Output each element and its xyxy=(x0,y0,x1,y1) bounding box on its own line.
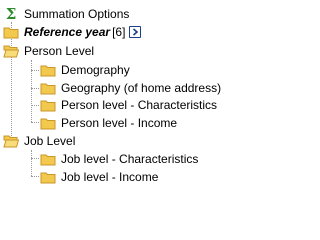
tree-item-reference-year[interactable]: Reference year [6] xyxy=(3,23,142,41)
tree-item-person-characteristics[interactable]: Person level - Characteristics xyxy=(40,96,217,114)
tree-connector xyxy=(31,176,39,177)
tree-item-label: Job Level xyxy=(24,134,76,148)
tree-view: Σ Summation Options Reference year [6] P… xyxy=(0,0,224,202)
tree-item-label: Geography (of home address) xyxy=(61,81,222,95)
tree-item-summation-options[interactable]: Σ Summation Options xyxy=(3,5,130,23)
sigma-icon: Σ xyxy=(5,5,17,23)
open-folder-icon xyxy=(3,44,20,58)
tree-item-label: Demography xyxy=(61,63,130,77)
tree-item-person-level[interactable]: Person Level xyxy=(3,42,94,60)
tree-item-label: Summation Options xyxy=(24,7,130,21)
tree-connector xyxy=(31,158,39,159)
folder-icon xyxy=(40,170,56,184)
folder-icon xyxy=(40,152,56,166)
tree-item-label: Job level - Income xyxy=(61,170,159,184)
tree-item-label: Person level - Characteristics xyxy=(61,98,218,112)
tree-item-person-income[interactable]: Person level - Income xyxy=(40,114,177,132)
folder-icon xyxy=(40,63,56,77)
open-folder-icon xyxy=(3,134,20,148)
tree-item-demography[interactable]: Demography xyxy=(40,61,130,79)
folder-icon xyxy=(40,98,56,112)
tree-connector xyxy=(31,122,39,123)
tree-connector xyxy=(31,105,39,106)
tree-item-job-characteristics[interactable]: Job level - Characteristics xyxy=(40,150,198,168)
folder-icon xyxy=(40,116,56,130)
tree-connector xyxy=(31,88,39,89)
item-count: [6] xyxy=(112,25,126,39)
tree-connector xyxy=(31,70,39,71)
tree-item-job-income[interactable]: Job level - Income xyxy=(40,168,158,186)
tree-connector xyxy=(31,150,32,176)
tree-item-label: Person level - Income xyxy=(61,116,178,130)
tree-item-geography[interactable]: Geography (of home address) xyxy=(40,79,221,97)
tree-item-label: Reference year xyxy=(24,25,111,39)
expand-arrow-icon[interactable] xyxy=(129,26,142,38)
tree-item-job-level[interactable]: Job Level xyxy=(3,132,75,150)
folder-icon xyxy=(40,81,56,95)
tree-item-label: Job level - Characteristics xyxy=(61,152,199,166)
tree-item-label: Person Level xyxy=(24,44,95,58)
folder-icon xyxy=(3,25,19,39)
